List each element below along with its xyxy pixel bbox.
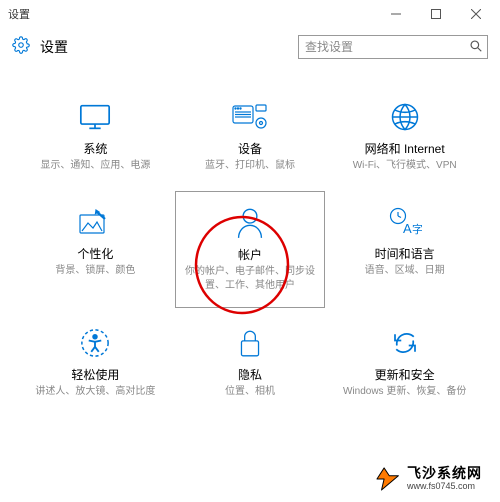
personalization-icon xyxy=(79,205,111,239)
tile-title: 时间和语言 xyxy=(375,245,435,262)
user-icon xyxy=(236,206,264,240)
tile-title: 个性化 xyxy=(77,245,113,262)
tile-title: 更新和安全 xyxy=(375,366,435,383)
lock-icon xyxy=(237,326,263,360)
watermark-text: 飞沙系统网 www.fs0745.com xyxy=(407,466,482,491)
tile-update-security[interactable]: 更新和安全 Windows 更新、恢复、备份 xyxy=(329,312,480,413)
tiles-grid: 系统 显示、通知、应用、电源 设备 蓝牙、打印机、鼠标 网络和 Internet… xyxy=(0,66,500,413)
maximize-icon xyxy=(431,9,441,19)
tile-desc: Wi-Fi、飞行模式、VPN xyxy=(351,159,459,173)
minimize-icon xyxy=(391,9,401,19)
close-button[interactable] xyxy=(456,0,496,28)
tile-desc: 讲述人、放大镜、高对比度 xyxy=(33,385,157,399)
tile-desc: 位置、相机 xyxy=(223,385,277,399)
close-icon xyxy=(471,9,481,19)
gear-icon xyxy=(12,36,30,59)
tile-devices[interactable]: 设备 蓝牙、打印机、鼠标 xyxy=(175,86,326,187)
window-title: 设置 xyxy=(8,6,30,22)
tile-accounts[interactable]: 帐户 你的帐户、电子邮件、同步设置、工作、其他用户 xyxy=(175,191,326,308)
watermark: 飞沙系统网 www.fs0745.com xyxy=(367,462,490,496)
tile-title: 系统 xyxy=(83,140,107,157)
tile-desc: 语音、区域、日期 xyxy=(363,264,447,278)
tile-network[interactable]: 网络和 Internet Wi-Fi、飞行模式、VPN xyxy=(329,86,480,187)
page-title: 设置 xyxy=(40,37,68,57)
tile-system[interactable]: 系统 显示、通知、应用、电源 xyxy=(20,86,171,187)
tile-desc: Windows 更新、恢复、备份 xyxy=(341,385,468,399)
search-wrap xyxy=(298,35,488,59)
monitor-icon xyxy=(78,100,112,134)
svg-text:字: 字 xyxy=(412,222,422,236)
tile-personalization[interactable]: 个性化 背景、锁屏、颜色 xyxy=(20,191,171,308)
watermark-title: 飞沙系统网 xyxy=(407,466,482,481)
globe-icon xyxy=(390,100,420,134)
svg-text:A: A xyxy=(403,221,412,236)
devices-icon xyxy=(232,100,268,134)
tile-desc: 你的帐户、电子邮件、同步设置、工作、其他用户 xyxy=(182,265,319,293)
search-icon xyxy=(469,39,483,58)
update-icon xyxy=(390,326,420,360)
titlebar: 设置 xyxy=(0,0,500,28)
tile-desc: 背景、锁屏、颜色 xyxy=(53,264,137,278)
search-input[interactable] xyxy=(298,35,488,59)
tile-time-language[interactable]: A字 时间和语言 语音、区域、日期 xyxy=(329,191,480,308)
tile-title: 设备 xyxy=(238,140,262,157)
time-language-icon: A字 xyxy=(388,205,422,239)
tile-privacy[interactable]: 隐私 位置、相机 xyxy=(175,312,326,413)
tile-title: 轻松使用 xyxy=(71,366,119,383)
watermark-logo-icon xyxy=(375,466,401,492)
tile-title: 网络和 Internet xyxy=(365,140,445,157)
watermark-url: www.fs0745.com xyxy=(407,482,482,492)
tile-desc: 蓝牙、打印机、鼠标 xyxy=(203,159,297,173)
header: 设置 xyxy=(0,28,500,66)
minimize-button[interactable] xyxy=(376,0,416,28)
tile-desc: 显示、通知、应用、电源 xyxy=(38,159,152,173)
maximize-button[interactable] xyxy=(416,0,456,28)
tile-title: 帐户 xyxy=(238,246,262,263)
tile-ease-of-access[interactable]: 轻松使用 讲述人、放大镜、高对比度 xyxy=(20,312,171,413)
tile-title: 隐私 xyxy=(238,366,262,383)
ease-of-access-icon xyxy=(80,326,110,360)
